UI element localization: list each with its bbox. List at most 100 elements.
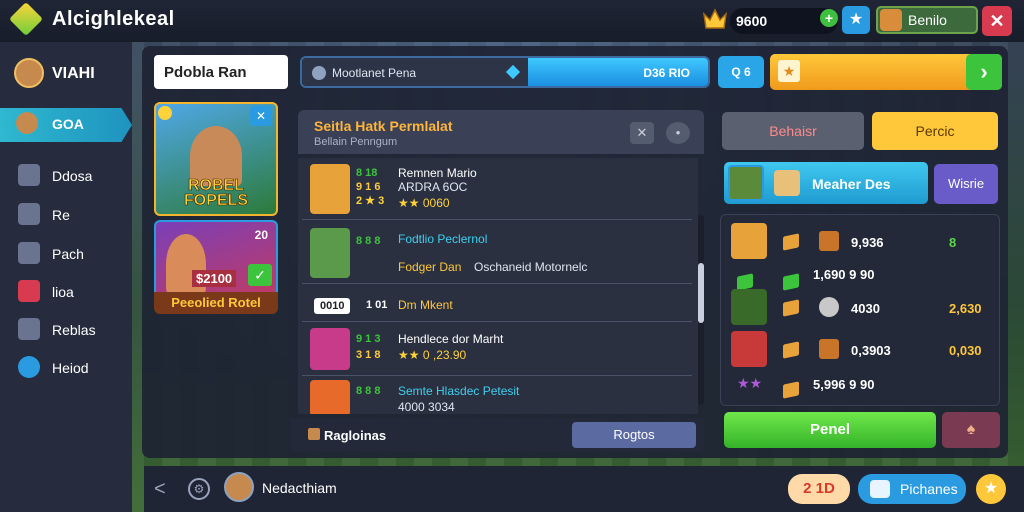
diamond-icon — [505, 64, 521, 80]
sidebar-item-re[interactable]: Re — [18, 199, 128, 231]
player-avatar — [731, 331, 767, 367]
hand-icon — [308, 428, 320, 440]
megaphone-icon — [18, 242, 40, 264]
bottom-bar: < ⚙ Nedacthiam 2 1D Pichanes ★ — [144, 466, 1024, 512]
player-avatar — [310, 228, 350, 278]
search-input[interactable]: Pdobla Ran — [154, 55, 288, 89]
sidebar-item-reblas[interactable]: Reblas — [18, 314, 128, 346]
favorites-button[interactable]: ★ — [842, 6, 870, 34]
row-meta: 1 01 — [366, 299, 388, 311]
chat-icon — [18, 203, 40, 225]
sidebar-item-label: Reblas — [52, 322, 96, 338]
player-name: Nedacthiam — [262, 480, 337, 496]
chest-icon — [819, 339, 839, 359]
close-button[interactable]: ✕ — [982, 6, 1012, 36]
progress-label: Mootlanet Pena — [332, 66, 417, 80]
player-avatar — [774, 170, 800, 196]
swap-icon[interactable]: ✕ — [250, 106, 272, 126]
stats-panel: 9,936 8 1,690 9 90 4030 2,630 0,3903 0,0… — [720, 214, 1000, 406]
close-icon[interactable]: ✕ — [630, 122, 654, 144]
player-avatar — [731, 289, 767, 325]
stats-row[interactable]: 4030 2,630 — [727, 287, 995, 327]
profile-name: Benilo — [908, 12, 947, 28]
puzzle-icon — [18, 318, 40, 340]
settings-icon[interactable]: ⚙ — [188, 478, 210, 500]
list-item[interactable]: 9 1 3 3 1 8 Hendlece dor Marht ★★ 0 ,23.… — [302, 324, 692, 376]
card-label: Peeolied Rotel — [154, 292, 278, 314]
cta-label: Pichanes — [900, 481, 958, 497]
sidebar-item-pach[interactable]: Pach — [18, 238, 128, 270]
list-header: Seitla Hatk Permlalat Bellain Penngum ✕ … — [298, 110, 704, 154]
player-list: 8 18 9 1 6 2 ★ 3 Remnen Mario ARDRA 6OC … — [298, 158, 698, 414]
app-title: Alcighlekeal — [52, 8, 175, 30]
secondary-button[interactable]: ♠ — [942, 412, 1000, 448]
sidebar-user-label: VIAHI — [52, 65, 95, 82]
row-name: Remnen Mario — [398, 166, 477, 180]
back-icon[interactable]: < — [154, 478, 166, 501]
sidebar-item-label: lioa — [52, 284, 74, 300]
alarm-icon — [18, 356, 40, 378]
stats-row[interactable]: ★★ 5,996 9 90 — [727, 369, 995, 399]
row-name: Fodtlio Peclernol — [398, 232, 488, 246]
row-meta: 0010 — [314, 298, 351, 314]
sidebar-item-lioa[interactable]: lioa — [18, 276, 128, 308]
sidebar-item-heiod[interactable]: Heiod — [18, 352, 128, 384]
check-icon[interactable]: ✓ — [248, 264, 272, 286]
scroll-thumb[interactable] — [698, 263, 704, 323]
row-name: Hendlece dor Marht — [398, 332, 504, 346]
coin-icon — [158, 106, 172, 120]
tag-label: Meaher Des — [812, 176, 891, 192]
profile-chip[interactable]: Benilo — [876, 6, 978, 34]
list-scrollbar[interactable] — [698, 215, 704, 405]
behaisr-button[interactable]: Behaisr — [722, 112, 864, 150]
team-tag-bar[interactable]: Meaher Des — [724, 162, 928, 204]
sidebar-item-ddosa[interactable]: Ddosa — [18, 160, 128, 192]
count-badge[interactable]: 2 1D — [788, 474, 850, 504]
list-item[interactable]: 8 8 8 Semte Hlasdec Petesit 4000 3034 — [302, 378, 692, 414]
next-arrow-button[interactable]: › — [966, 54, 1002, 90]
star-button[interactable]: ★ — [976, 474, 1006, 504]
sidebar-item-label: Re — [52, 207, 70, 223]
stats-value: 5,996 9 90 — [813, 377, 875, 392]
stats-row[interactable]: 9,936 8 — [727, 221, 995, 261]
percic-button[interactable]: Percic — [872, 112, 998, 150]
stats-row[interactable]: 1,690 9 90 — [727, 261, 995, 291]
row-sub: ★★ 0 ,23.90 — [398, 348, 467, 362]
player-card-featured[interactable]: ✕ ROBEL FOPELS — [154, 102, 278, 216]
row-sub: Fodger Dan — [398, 260, 462, 274]
sidebar-item-label: GOA — [52, 116, 84, 132]
gem-icon — [783, 341, 799, 359]
footer-button[interactable]: Rogtos — [572, 422, 696, 448]
row-meta: 8 18 — [356, 167, 378, 179]
add-coins-button[interactable]: + — [820, 9, 838, 27]
row-meta: 9 1 3 — [356, 333, 381, 345]
stat-chip[interactable]: Q 6 — [718, 56, 764, 88]
row-meta: 2 ★ 3 — [356, 195, 385, 207]
stats-row[interactable]: 0,3903 0,030 — [727, 329, 995, 369]
sidebar-item-goa[interactable]: GOA — [0, 108, 132, 142]
stats-value: 9,936 — [851, 235, 884, 250]
sidebar-item-label: Pach — [52, 246, 84, 262]
list-item[interactable]: 8 8 8 Fodtlio Peclernol Fodger Dan Oscha… — [302, 222, 692, 284]
sidebar: VIAHI GOA Ddosa Re Pach lioa Reblas Heio… — [0, 42, 132, 512]
star-icon: ★★ — [737, 375, 763, 391]
settings-icon[interactable]: • — [666, 122, 690, 144]
row-name: Dm Mkent — [398, 298, 453, 312]
stats-value: 1,690 9 90 — [813, 267, 875, 282]
tag-button[interactable]: Wisrie — [934, 164, 998, 204]
player-avatar — [310, 164, 350, 214]
card-price: $2100 — [192, 270, 237, 287]
crown-icon — [702, 8, 728, 29]
list-item[interactable]: 8 18 9 1 6 2 ★ 3 Remnen Mario ARDRA 6OC … — [302, 158, 692, 220]
list-title: Seitla Hatk Permlalat — [314, 118, 453, 134]
cta-button[interactable]: Pichanes — [858, 474, 966, 504]
primary-button[interactable]: Penel — [724, 412, 936, 448]
avatar[interactable] — [224, 472, 254, 502]
chest-icon — [819, 231, 839, 251]
gem-icon — [783, 233, 799, 251]
gem-icon — [783, 299, 799, 317]
list-item[interactable]: 0010 1 01 Dm Mkent — [302, 286, 692, 322]
row-sub: Oschaneid Motornelc — [474, 260, 588, 274]
stats-value: 0,3903 — [851, 343, 891, 358]
player-avatar — [731, 223, 767, 259]
